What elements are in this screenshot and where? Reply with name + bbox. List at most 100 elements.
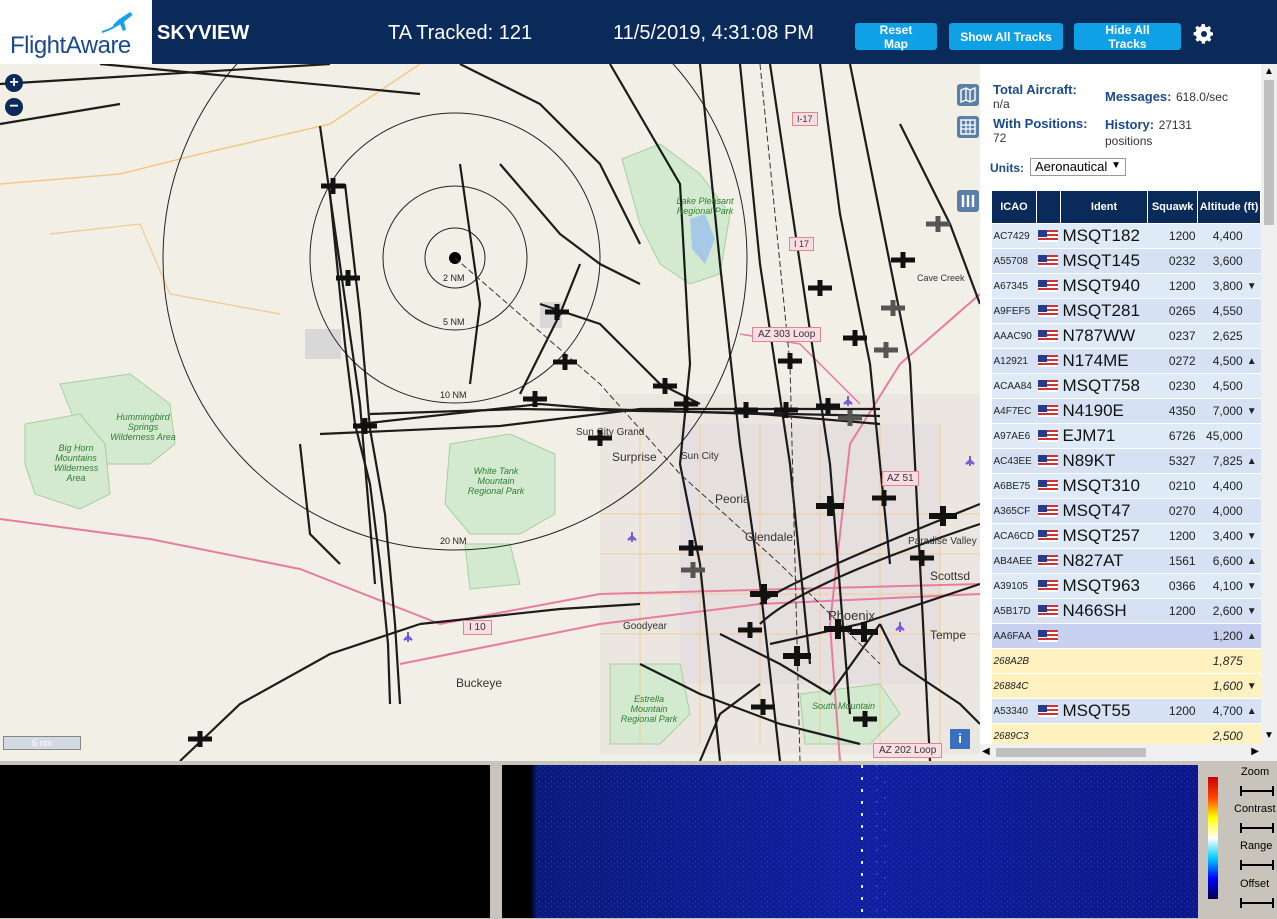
show-all-tracks-button[interactable]: Show All Tracks <box>949 23 1063 50</box>
history-unit: positions <box>1105 134 1153 148</box>
scroll-up-icon[interactable]: ▲ <box>1264 66 1274 77</box>
cell-icao: AAAC90 <box>991 323 1037 349</box>
map-layers-icon[interactable] <box>957 84 979 106</box>
cell-altitude: 1,875 <box>1197 648 1245 674</box>
cell-ident: MSQT310 <box>1060 473 1148 499</box>
label-sun-city-grand: Sun City Grand <box>576 427 645 438</box>
col-icao[interactable]: ICAO <box>991 190 1037 224</box>
history-value: 27131 <box>1158 118 1192 132</box>
zoom-out-button[interactable]: − <box>5 98 23 116</box>
contrast-slider[interactable] <box>1240 823 1274 833</box>
table-row[interactable]: ACA6CD MSQT257 1200 3,400 ▼ <box>991 523 1261 549</box>
us-flag-icon <box>1038 379 1059 392</box>
total-aircraft-value: n/a <box>993 97 1010 111</box>
cell-icao: A12921 <box>991 348 1037 374</box>
cell-icao: A4F7EC <box>991 398 1037 424</box>
scroll-right-icon[interactable]: ▶ <box>1251 746 1259 757</box>
label-sun-city: Sun City <box>681 451 719 462</box>
table-row[interactable]: A4F7EC N4190E 4350 7,000 ▼ <box>991 398 1261 424</box>
table-row[interactable]: A12921 N174ME 0272 4,500 ▲ <box>991 348 1261 374</box>
cell-altitude: 4,550 <box>1197 298 1245 324</box>
table-row[interactable]: AC7429 MSQT182 1200 4,400 <box>991 223 1261 249</box>
label-buckeye: Buckeye <box>456 676 503 690</box>
us-flag-icon <box>1038 704 1059 717</box>
cell-altitude: 4,500 <box>1197 348 1245 374</box>
flightaware-logo[interactable]: FlightAware <box>0 0 152 64</box>
vscroll-thumb[interactable] <box>1264 80 1274 225</box>
col-squawk[interactable]: Squawk <box>1147 190 1199 224</box>
cell-icao: A55708 <box>991 248 1037 274</box>
table-row[interactable]: A365CF MSQT47 0270 4,000 <box>991 498 1261 524</box>
cell-squawk: 6726 <box>1147 423 1198 449</box>
waterfall-view[interactable] <box>502 765 1198 918</box>
table-row[interactable]: A6BE75 MSQT310 0210 4,400 <box>991 473 1261 499</box>
table-row[interactable]: A55708 MSQT145 0232 3,600 <box>991 248 1261 274</box>
zoom-in-button[interactable]: + <box>5 74 23 92</box>
shield-az303: AZ 303 Loop <box>752 327 822 342</box>
cell-icao: A365CF <box>991 498 1037 524</box>
contrast-label: Contrast <box>1234 803 1276 815</box>
label-white-tank: White Tank Mountain Regional Park <box>467 466 525 496</box>
label-lake-pleasant: Lake Pleasant Regional Park <box>676 196 734 216</box>
spectrum-view <box>0 765 490 918</box>
messages-label: Messages: <box>1105 89 1172 104</box>
table-row[interactable]: AAAC90 N787WW 0237 2,625 <box>991 323 1261 349</box>
grid-icon[interactable] <box>957 116 979 138</box>
col-altitude[interactable]: Altitude (ft) <box>1197 190 1261 224</box>
horizontal-scrollbar[interactable]: ◀ ▶ <box>980 744 1261 761</box>
cell-vert-rate-icon: ▲ <box>1244 623 1261 649</box>
units-select[interactable]: Aeronautical ▼ <box>1030 158 1126 176</box>
hide-all-tracks-button[interactable]: Hide All Tracks <box>1074 23 1181 51</box>
cell-altitude: 3,800 <box>1197 273 1245 299</box>
scroll-thumb[interactable] <box>996 748 1146 757</box>
scroll-down-icon[interactable]: ▼ <box>1264 730 1274 741</box>
table-row[interactable]: AA6FAA 1,200 ▲ <box>991 623 1261 649</box>
cell-flag <box>1036 348 1061 374</box>
table-row[interactable]: AC43EE N89KT 5327 7,825 ▲ <box>991 448 1261 474</box>
vertical-scrollbar[interactable]: ▲ ▼ <box>1261 64 1277 761</box>
table-row[interactable]: A67345 MSQT940 1200 3,800 ▼ <box>991 273 1261 299</box>
cell-flag <box>1036 648 1061 674</box>
table-row[interactable]: A39105 MSQT963 0366 4,100 ▼ <box>991 573 1261 599</box>
cell-squawk <box>1147 673 1198 699</box>
range-slider[interactable] <box>1240 860 1274 870</box>
cell-squawk: 0230 <box>1147 373 1198 399</box>
cell-ident: MSQT257 <box>1060 523 1148 549</box>
offset-slider[interactable] <box>1240 898 1274 908</box>
scroll-left-icon[interactable]: ◀ <box>982 746 990 757</box>
cell-squawk: 1200 <box>1147 273 1198 299</box>
top-bar: FlightAware SKYVIEW TA Tracked: 121 11/5… <box>0 0 1277 64</box>
waterfall-panel: Zoom Contrast Range Offset <box>0 761 1277 919</box>
cell-ident <box>1060 673 1148 699</box>
info-button[interactable]: i <box>950 729 970 749</box>
cell-squawk: 0232 <box>1147 248 1198 274</box>
cell-ident: N827AT <box>1060 548 1148 574</box>
table-row[interactable]: ACAA84 MSQT758 0230 4,500 <box>991 373 1261 399</box>
cell-squawk: 0210 <box>1147 473 1198 499</box>
cell-altitude: 6,600 <box>1197 548 1245 574</box>
column-toggle-icon[interactable] <box>957 190 979 212</box>
cell-flag <box>1036 273 1061 299</box>
map-view[interactable]: 2 NM 5 NM 10 NM 20 NM Lake Pleasant Regi… <box>0 64 980 761</box>
table-row[interactable]: 26884C 1,600 ▼ <box>991 673 1261 699</box>
table-row[interactable]: A5B17D N466SH 1200 2,600 ▼ <box>991 598 1261 624</box>
table-row[interactable]: AB4AEE N827AT 1561 6,600 ▲ <box>991 548 1261 574</box>
zoom-slider[interactable] <box>1240 786 1274 796</box>
col-ident[interactable]: Ident <box>1059 190 1149 224</box>
gear-icon[interactable] <box>1192 22 1216 46</box>
cell-ident: MSQT758 <box>1060 373 1148 399</box>
label-scottsdale: Scottsd <box>930 569 971 583</box>
table-row[interactable]: A53340 MSQT55 1200 4,700 ▲ <box>991 698 1261 724</box>
cell-flag <box>1036 598 1061 624</box>
cell-flag <box>1036 623 1061 649</box>
us-flag-icon <box>1038 254 1059 267</box>
cell-icao: AB4AEE <box>991 548 1037 574</box>
table-row[interactable]: A97AE6 EJM71 6726 45,000 <box>991 423 1261 449</box>
reset-map-button[interactable]: Reset Map <box>855 23 937 51</box>
table-row[interactable]: 268A2B 1,875 <box>991 648 1261 674</box>
us-flag-icon <box>1038 429 1059 442</box>
us-flag-icon <box>1038 579 1059 592</box>
us-flag-icon <box>1038 279 1059 292</box>
table-row[interactable]: A9FEF5 MSQT281 0265 4,550 <box>991 298 1261 324</box>
label-big-horn: Big Horn Mountains Wilderness Area <box>53 443 99 483</box>
